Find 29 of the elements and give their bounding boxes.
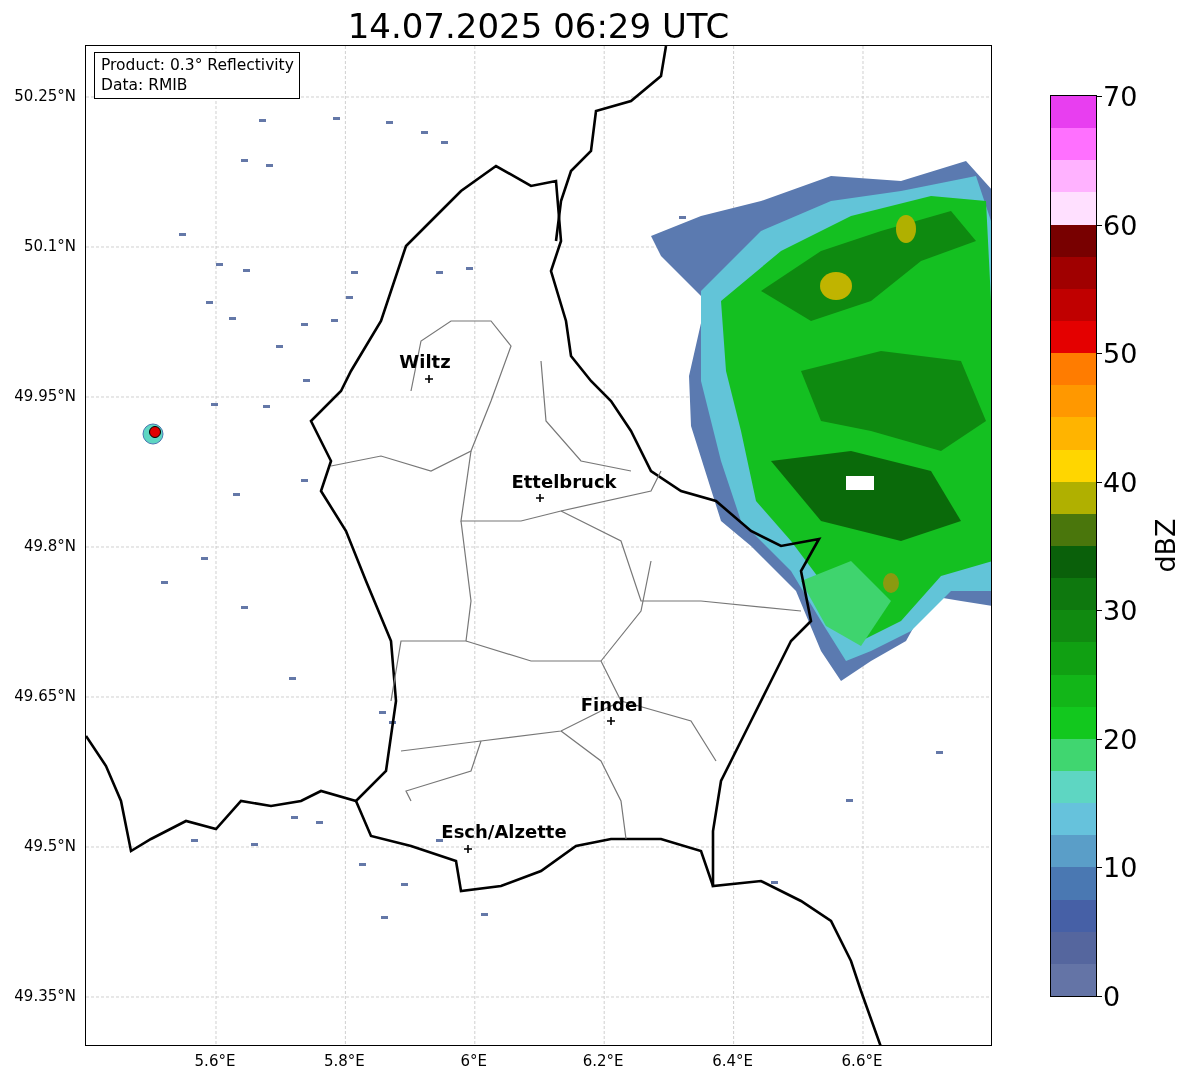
colorbar-tick-label: 40: [1103, 466, 1138, 498]
colorbar-tick-label: 60: [1103, 209, 1138, 241]
colorbar-tick-label: 20: [1103, 723, 1138, 755]
colorbar-tick-label: 50: [1103, 337, 1138, 369]
axis-tick-label: 5.8°E: [323, 1052, 365, 1070]
axis-tick-label: 49.65°N: [14, 687, 76, 705]
axis-tick-label: 49.35°N: [14, 987, 76, 1005]
chart-title: 14.07.2025 06:29 UTC: [346, 5, 731, 47]
axis-tick-label: 6.2°E: [582, 1052, 624, 1070]
axis-tick-label: 50.25°N: [14, 87, 76, 105]
axis-tick-label: 6.6°E: [841, 1052, 883, 1070]
axis-tick-label: 50.1°N: [23, 237, 76, 255]
axis-tick-label: 6.4°E: [712, 1052, 753, 1070]
city-label: Wiltz: [399, 351, 451, 372]
axis-tick-label: 6°E: [460, 1052, 488, 1070]
colorbar-tick-label: 30: [1103, 594, 1138, 626]
colorbar-tick-label: 10: [1103, 851, 1138, 883]
info-text: Data: RMIB: [101, 75, 189, 95]
colorbar-label: dBZ: [1149, 518, 1181, 573]
city-label: Findel: [580, 694, 644, 715]
axis-tick-label: 49.95°N: [14, 387, 76, 405]
axis-tick-label: 5.6°E: [194, 1052, 236, 1070]
city-label: Esch/Alzette: [441, 821, 567, 842]
colorbar-tick-label: 0: [1103, 980, 1121, 1012]
axis-tick-label: 49.8°N: [23, 537, 76, 555]
info-text: Product: 0.3° Reflectivity: [101, 55, 294, 75]
colorbar-tick-label: 70: [1103, 80, 1138, 112]
axis-tick-label: 49.5°N: [23, 837, 76, 855]
city-label: Ettelbruck: [511, 471, 617, 492]
